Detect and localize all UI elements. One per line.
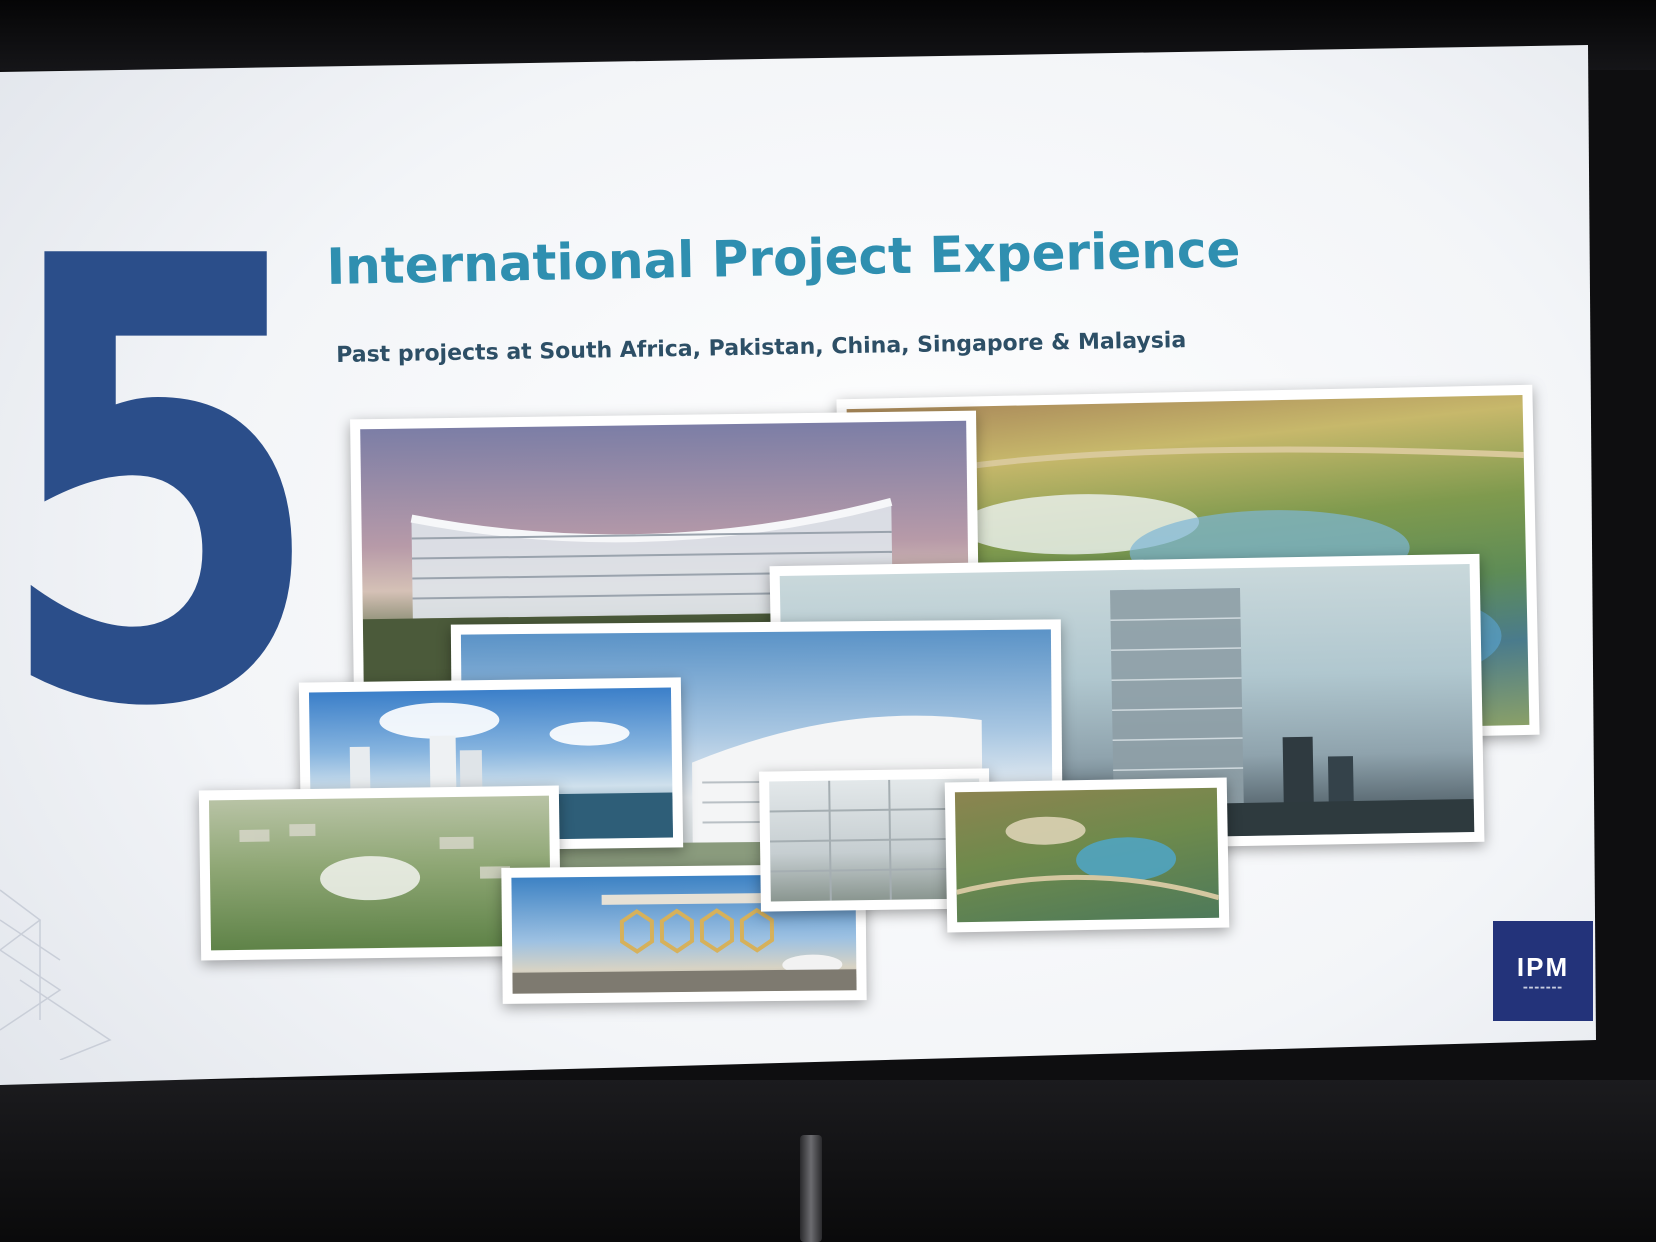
ipm-logo: IPM ▬▬▬▬▬▬▬ [1493,921,1593,1021]
ipm-logo-mark: IPM [1516,951,1570,982]
projection-screen: 5 International Project Experience Past … [0,45,1596,1085]
ipm-logo-tagline-graphic: ▬▬▬▬▬▬▬ [1522,984,1564,991]
room-floor [0,1080,1656,1242]
slide-subtitle: Past projects at South Africa, Pakistan,… [336,328,1187,368]
project-photo-resort-aerial [944,777,1230,933]
decorative-grid-lines [0,889,112,1060]
slide-title: International Project Experience [326,220,1241,296]
microphone-stand [800,1135,822,1242]
section-number: 5 [0,130,325,840]
